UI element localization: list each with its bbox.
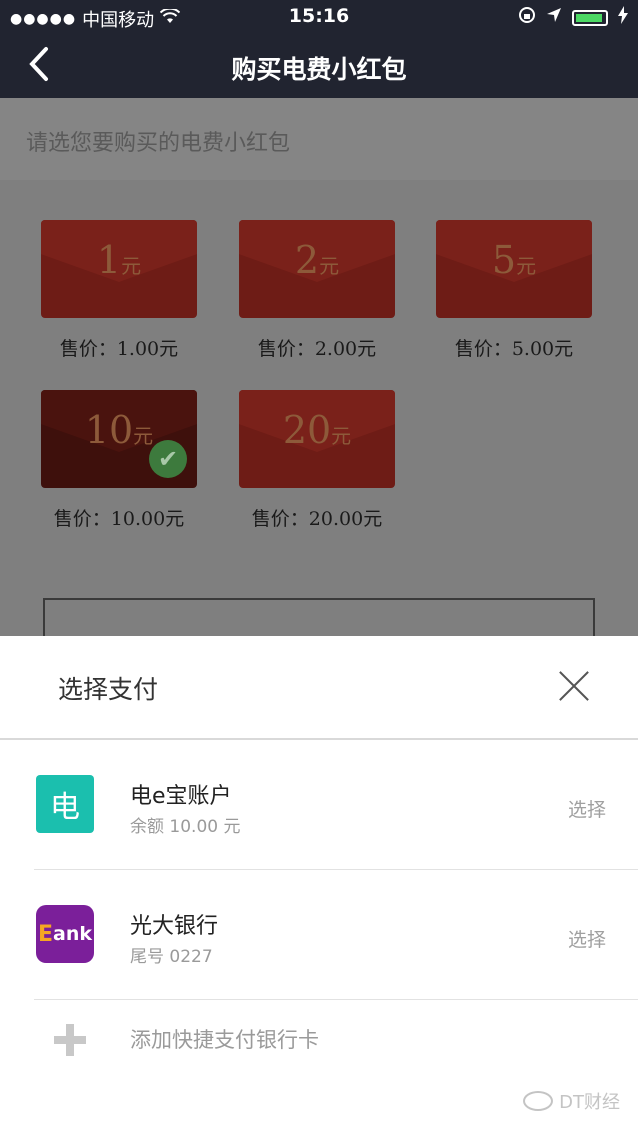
payment-method-balance: 余额 10.00 元: [130, 817, 241, 837]
packet-amount: 10: [84, 408, 134, 452]
packet-price: 售价：5.00元: [454, 338, 574, 360]
payment-method-name: 光大银行: [130, 914, 219, 939]
payment-method-name: 电e宝账户: [130, 784, 232, 809]
red-packet-10[interactable]: 10元 ✔: [41, 390, 197, 488]
packet-price: 售价：10.00元: [53, 508, 185, 530]
sheet-header: 选择支付: [0, 636, 638, 740]
bank-logo-icon: Eank: [36, 905, 94, 963]
payment-sheet: 选择支付 电 电e宝账户 余额 10.00 元 选择 Eank 光大银行 尾号 …: [0, 636, 638, 1134]
location-icon: [546, 7, 562, 28]
status-bar: ●●●●● 中国移动 15:16: [0, 0, 638, 34]
packet-amount: 20: [282, 408, 332, 452]
payment-method-dianebao[interactable]: 电 电e宝账户 余额 10.00 元 选择: [0, 740, 638, 870]
plus-icon: [54, 1024, 86, 1056]
packet-unit: 元: [133, 424, 154, 448]
packet-unit: 元: [516, 254, 537, 278]
wechat-icon: [523, 1091, 554, 1111]
packet-price: 售价：2.00元: [257, 338, 377, 360]
red-packet-1[interactable]: 1元: [41, 220, 197, 318]
watermark: DT财经: [523, 1088, 620, 1114]
select-button[interactable]: 选择: [568, 925, 606, 952]
battery-icon: [572, 9, 608, 26]
dianebao-logo-icon: 电: [36, 775, 94, 833]
packet-unit: 元: [319, 254, 340, 278]
card-tail-number: 尾号 0227: [130, 947, 213, 967]
add-bank-card-label: 添加快捷支付银行卡: [130, 1028, 319, 1052]
check-icon: ✔: [149, 440, 187, 478]
red-packet-20[interactable]: 20元: [239, 390, 395, 488]
watermark-label: DT财经: [559, 1092, 620, 1113]
packet-price: 售价：20.00元: [251, 508, 383, 530]
payment-method-cebbank[interactable]: Eank 光大银行 尾号 0227 选择: [0, 870, 638, 1000]
packet-unit: 元: [331, 424, 352, 448]
red-packet-5[interactable]: 5元: [436, 220, 592, 318]
purchase-prompt: 请选您要购买的电费小红包: [0, 98, 638, 180]
packet-unit: 元: [121, 254, 142, 278]
add-bank-card-row[interactable]: 添加快捷支付银行卡: [0, 1000, 638, 1080]
packet-price: 售价：1.00元: [59, 338, 179, 360]
rotation-lock-icon: [518, 6, 536, 29]
packet-amount: 2: [294, 238, 320, 282]
red-packet-2[interactable]: 2元: [239, 220, 395, 318]
sheet-title: 选择支付: [58, 675, 159, 704]
close-icon[interactable]: [558, 670, 590, 702]
select-button[interactable]: 选择: [568, 795, 606, 822]
packet-amount: 1: [96, 238, 122, 282]
nav-bar: 购买电费小红包: [0, 34, 638, 98]
charging-icon: [618, 6, 628, 29]
packet-amount: 5: [491, 238, 517, 282]
page-title: 购买电费小红包: [231, 55, 407, 84]
